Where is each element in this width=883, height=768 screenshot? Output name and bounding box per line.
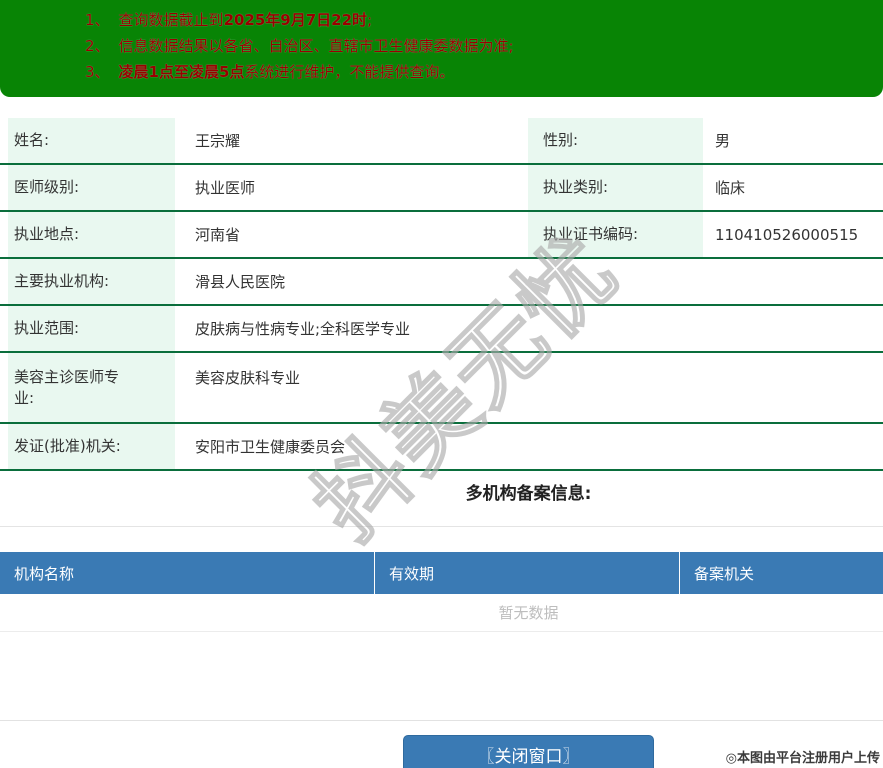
divider (0, 526, 883, 527)
field-label-issuing-authority: 发证(批准)机关: (8, 424, 175, 469)
info-row-practice-scope: 执业范围: 皮肤病与性病专业;全科医学专业 (0, 306, 883, 353)
field-value-doctor-level: 执业医师 (195, 179, 256, 197)
filing-section-title: 多机构备案信息: (465, 484, 592, 504)
notice-text: ; (367, 11, 373, 29)
info-row-main-institution: 主要执业机构: 滑县人民医院 (0, 259, 883, 306)
notice-line-2: 2、 信息数据结果以各省、自治区、直辖市卫生健康委数据为准; (0, 33, 883, 59)
filing-table: 机构名称 有效期 备案机关 暂无数据 (0, 552, 883, 632)
field-label-cosmetic-specialty: 美容主诊医师专业: (8, 353, 175, 422)
notice-line-1: 1、 查询数据截止到2025年9月7日22时; (0, 7, 883, 33)
field-value-license-number: 110410526000515 (715, 225, 859, 244)
field-value-issuing-authority: 安阳市卫生健康委员会 (195, 438, 346, 456)
filing-table-header-row: 机构名称 有效期 备案机关 (0, 552, 883, 594)
notice-text: 查询数据截止到 (118, 11, 224, 29)
info-row-cosmetic-specialty: 美容主诊医师专业: 美容皮肤科专业 (0, 353, 883, 424)
field-value-practice-category: 临床 (715, 179, 746, 197)
filing-header-institution: 机构名称 (0, 552, 375, 594)
license-query-result-page: 1、 查询数据截止到2025年9月7日22时; 2、 信息数据结果以各省、自治区、直… (0, 0, 883, 768)
filing-header-validity: 有效期 (375, 552, 680, 594)
field-label-license-number: 执业证书编码: (528, 212, 703, 257)
empty-data-text: 暂无数据 (498, 604, 559, 622)
field-label-gender: 性别: (528, 118, 703, 163)
notice-banner: 1、 查询数据截止到2025年9月7日22时; 2、 信息数据结果以各省、自治区、直… (0, 0, 883, 97)
notice-text: 信息数据结果以各省、自治区、直辖市卫生健康委数据为准; (118, 37, 514, 55)
divider (0, 720, 883, 721)
field-label-name: 姓名: (8, 118, 175, 163)
field-value-gender: 男 (715, 132, 731, 150)
doctor-info-table: 姓名: 王宗耀 性别: 男 医师级别: 执业医师 执业类别: 临床 执业地点: … (0, 118, 883, 471)
field-label-practice-scope: 执业范围: (8, 306, 175, 351)
filing-header-authority: 备案机关 (694, 564, 755, 583)
info-row-location-license: 执业地点: 河南省 执业证书编码: 110410526000515 (0, 212, 883, 259)
field-value-cosmetic-specialty: 美容皮肤科专业 (195, 369, 301, 387)
filing-empty-row: 暂无数据 (0, 594, 883, 632)
info-row-issuing-authority: 发证(批准)机关: 安阳市卫生健康委员会 (0, 424, 883, 471)
field-label-practice-category: 执业类别: (528, 165, 703, 210)
field-value-main-institution: 滑县人民医院 (195, 273, 286, 291)
notice-number: 3、 (85, 63, 110, 81)
field-label-practice-location: 执业地点: (8, 212, 175, 257)
upload-attribution: ◎本图由平台注册用户上传 (725, 751, 880, 766)
notice-line-3: 3、 凌晨1点至凌晨5点系统进行维护，不能提供查询。 (0, 59, 883, 85)
field-label-doctor-level: 医师级别: (8, 165, 175, 210)
field-label-main-institution: 主要执业机构: (8, 259, 175, 304)
field-value-name: 王宗耀 (195, 132, 241, 150)
notice-number: 2、 (85, 37, 110, 55)
notice-number: 1、 (85, 11, 110, 29)
notice-text-bold: 凌晨1点至凌晨5点 (118, 63, 245, 81)
notice-text-bold: 2025年9月7日22时 (223, 11, 368, 29)
info-row-name-gender: 姓名: 王宗耀 性别: 男 (0, 118, 883, 165)
field-value-practice-location: 河南省 (195, 226, 241, 244)
notice-text: 系统进行维护，不能提供查询。 (244, 63, 455, 81)
field-value-practice-scope: 皮肤病与性病专业;全科医学专业 (195, 320, 411, 338)
close-window-button[interactable]: 〖关闭窗口〗 (403, 735, 654, 768)
info-row-level-category: 医师级别: 执业医师 执业类别: 临床 (0, 165, 883, 212)
